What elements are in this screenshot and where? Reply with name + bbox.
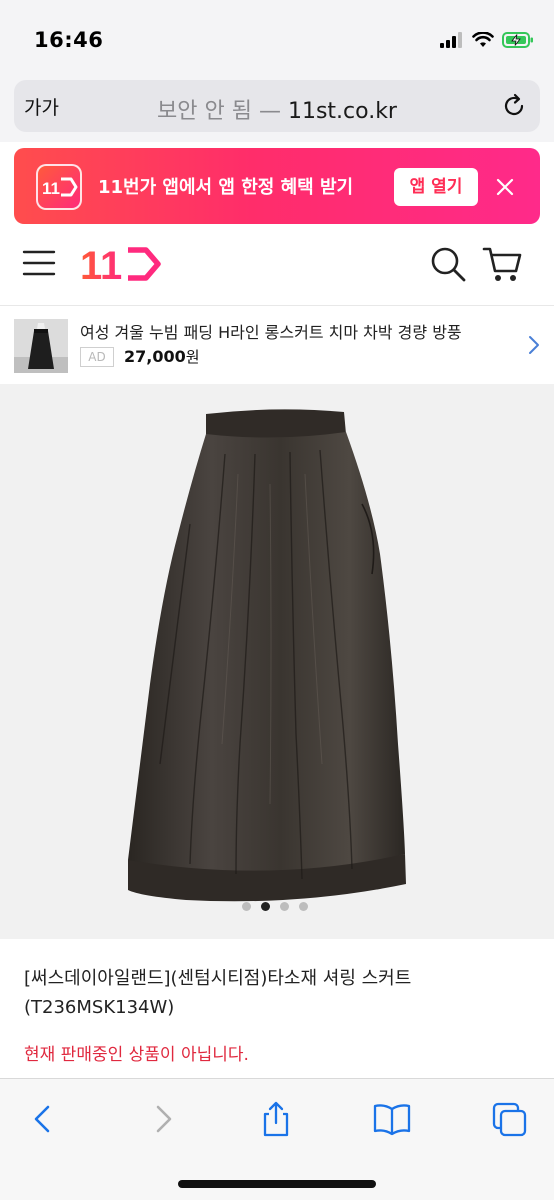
banner-text: 11번가 앱에서 앱 한정 혜택 받기: [98, 177, 354, 198]
app-promo-banner[interactable]: 11 11번가 앱에서 앱 한정 혜택 받기 앱 열기: [14, 148, 540, 224]
carousel-dot[interactable]: [280, 902, 289, 911]
reload-icon[interactable]: [500, 92, 528, 120]
site-logo-text: 11: [80, 244, 122, 286]
carousel-dots[interactable]: [242, 902, 308, 911]
home-indicator: [178, 1180, 376, 1188]
battery-charging-icon: [502, 32, 533, 48]
forward-icon[interactable]: [142, 1101, 182, 1137]
site-header: 11: [0, 224, 554, 306]
signal-icon: [440, 32, 462, 48]
ad-price-value: 27,000: [124, 347, 186, 366]
status-bar: 16:46: [0, 0, 554, 78]
app-logo: 11: [36, 164, 82, 210]
product-status-message: 현재 판매중인 상품이 아닙니다.: [24, 1045, 249, 1065]
chevron-right-icon[interactable]: [528, 335, 540, 355]
insecure-label: 보안 안 됨 —: [157, 99, 288, 124]
ad-product-title[interactable]: 여성 겨울 누빔 패딩 H라인 롱스커트 치마 차박 경량 방풍: [80, 319, 462, 343]
menu-icon[interactable]: [22, 249, 56, 277]
open-app-button[interactable]: 앱 열기: [394, 168, 478, 206]
product-image[interactable]: [0, 384, 554, 939]
browser-address-area: 가가 보안 안 됨 — 11st.co.kr: [0, 78, 554, 142]
skirt-photo: [128, 409, 406, 902]
cart-icon[interactable]: [482, 244, 524, 284]
sponsored-product-row[interactable]: 여성 겨울 누빔 패딩 H라인 롱스커트 치마 차박 경량 방풍 AD 27,0…: [0, 307, 554, 383]
ad-badge: AD: [80, 347, 114, 367]
url-display[interactable]: 보안 안 됨 — 11st.co.kr: [14, 93, 540, 125]
search-icon[interactable]: [428, 244, 468, 284]
banner-logo-text: 11: [42, 179, 60, 198]
tabs-icon[interactable]: [490, 1101, 530, 1137]
ad-product-thumbnail[interactable]: [14, 319, 68, 373]
bookmarks-icon[interactable]: [372, 1101, 412, 1137]
carousel-dot-active[interactable]: [261, 902, 270, 911]
carousel-dot[interactable]: [299, 902, 308, 911]
product-title: [써스데이아일랜드](센텀시티점)타소재 셔링 스커트 (T236MSK134W…: [24, 968, 412, 1018]
address-bar[interactable]: 가가 보안 안 됨 — 11st.co.kr: [14, 80, 540, 132]
ad-price-currency: 원: [185, 348, 200, 366]
status-time: 16:46: [34, 28, 104, 52]
wifi-icon: [472, 32, 494, 47]
close-icon[interactable]: [494, 176, 516, 198]
ad-product-price: 27,000원: [124, 346, 200, 367]
eleven-street-logo-icon: 11: [42, 177, 78, 198]
share-icon[interactable]: [256, 1101, 296, 1137]
url-domain: 11st.co.kr: [287, 99, 397, 124]
site-logo[interactable]: 11: [80, 242, 164, 286]
status-icons: [440, 30, 534, 50]
back-icon[interactable]: [24, 1101, 64, 1137]
carousel-dot[interactable]: [242, 902, 251, 911]
